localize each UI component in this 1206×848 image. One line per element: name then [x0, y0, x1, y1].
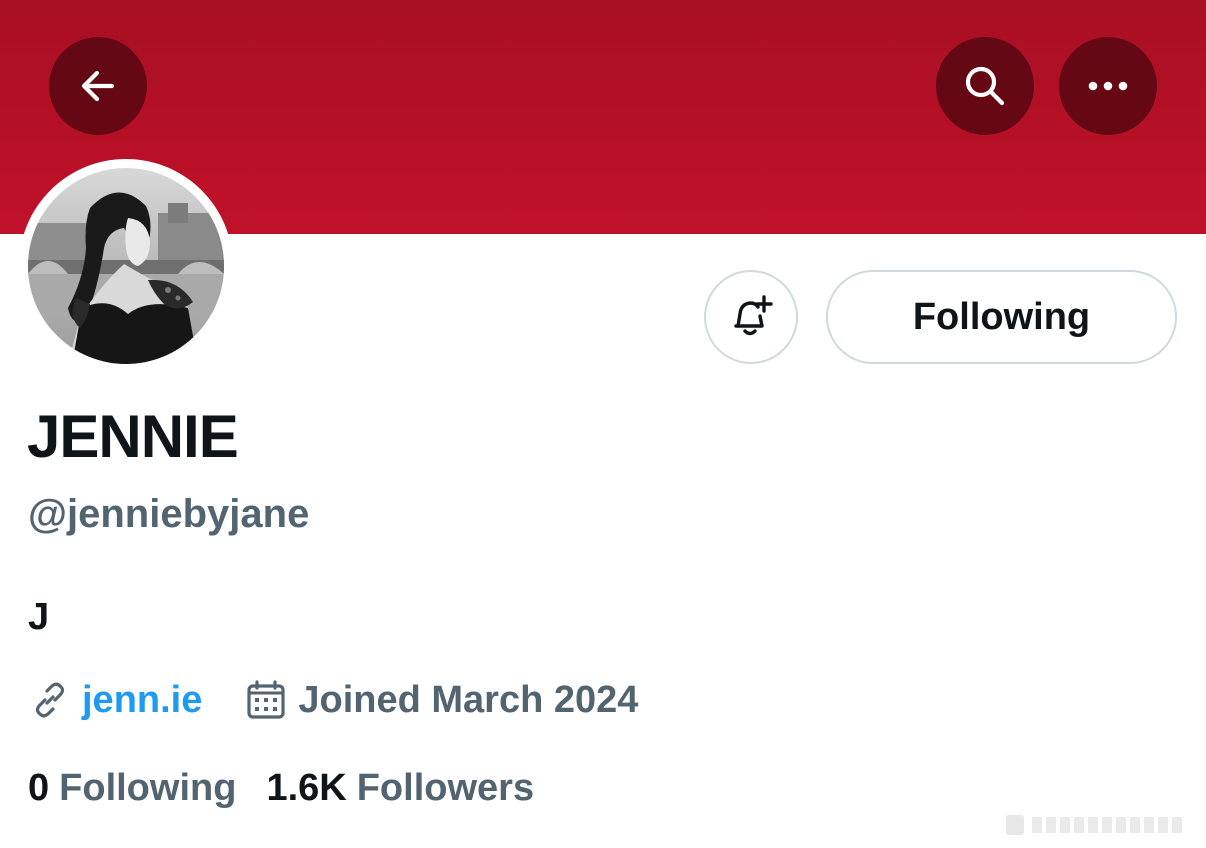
following-stat[interactable]: 0 Following: [28, 767, 236, 810]
bio-text: J: [28, 596, 50, 638]
avatar-frame[interactable]: [19, 159, 233, 373]
bell-plus-icon: [734, 295, 773, 336]
avatar: [28, 168, 224, 364]
display-name: JENNIE: [27, 403, 239, 470]
following-button[interactable]: Following: [826, 270, 1177, 364]
link-icon: [35, 682, 65, 718]
more-options-button[interactable]: [1059, 37, 1157, 135]
user-handle: @jenniebyjane: [28, 492, 310, 536]
website-link[interactable]: jenn.ie: [30, 679, 202, 722]
following-count: 0: [28, 766, 50, 809]
notifications-button[interactable]: [704, 270, 798, 364]
arrow-left-icon: [81, 70, 115, 102]
website-link-text[interactable]: jenn.ie: [82, 679, 202, 722]
search-icon: [965, 66, 1005, 106]
more-horizontal-icon: [1088, 81, 1128, 91]
followers-count: 1.6K: [266, 766, 347, 809]
calendar-icon: [247, 680, 285, 719]
search-button[interactable]: [936, 37, 1034, 135]
followers-label: Followers: [356, 766, 535, 809]
joined-date: Joined March 2024: [246, 679, 638, 722]
profile-meta: jenn.ie Joined March 2024: [30, 676, 638, 724]
joined-text: Joined March 2024: [298, 678, 639, 721]
followers-stat[interactable]: 1.6K Followers: [266, 767, 534, 810]
watermark-mark: [1006, 815, 1182, 835]
follow-stats: 0 Following 1.6K Followers: [28, 764, 534, 812]
following-label: Following: [59, 766, 237, 809]
back-button[interactable]: [49, 37, 147, 135]
